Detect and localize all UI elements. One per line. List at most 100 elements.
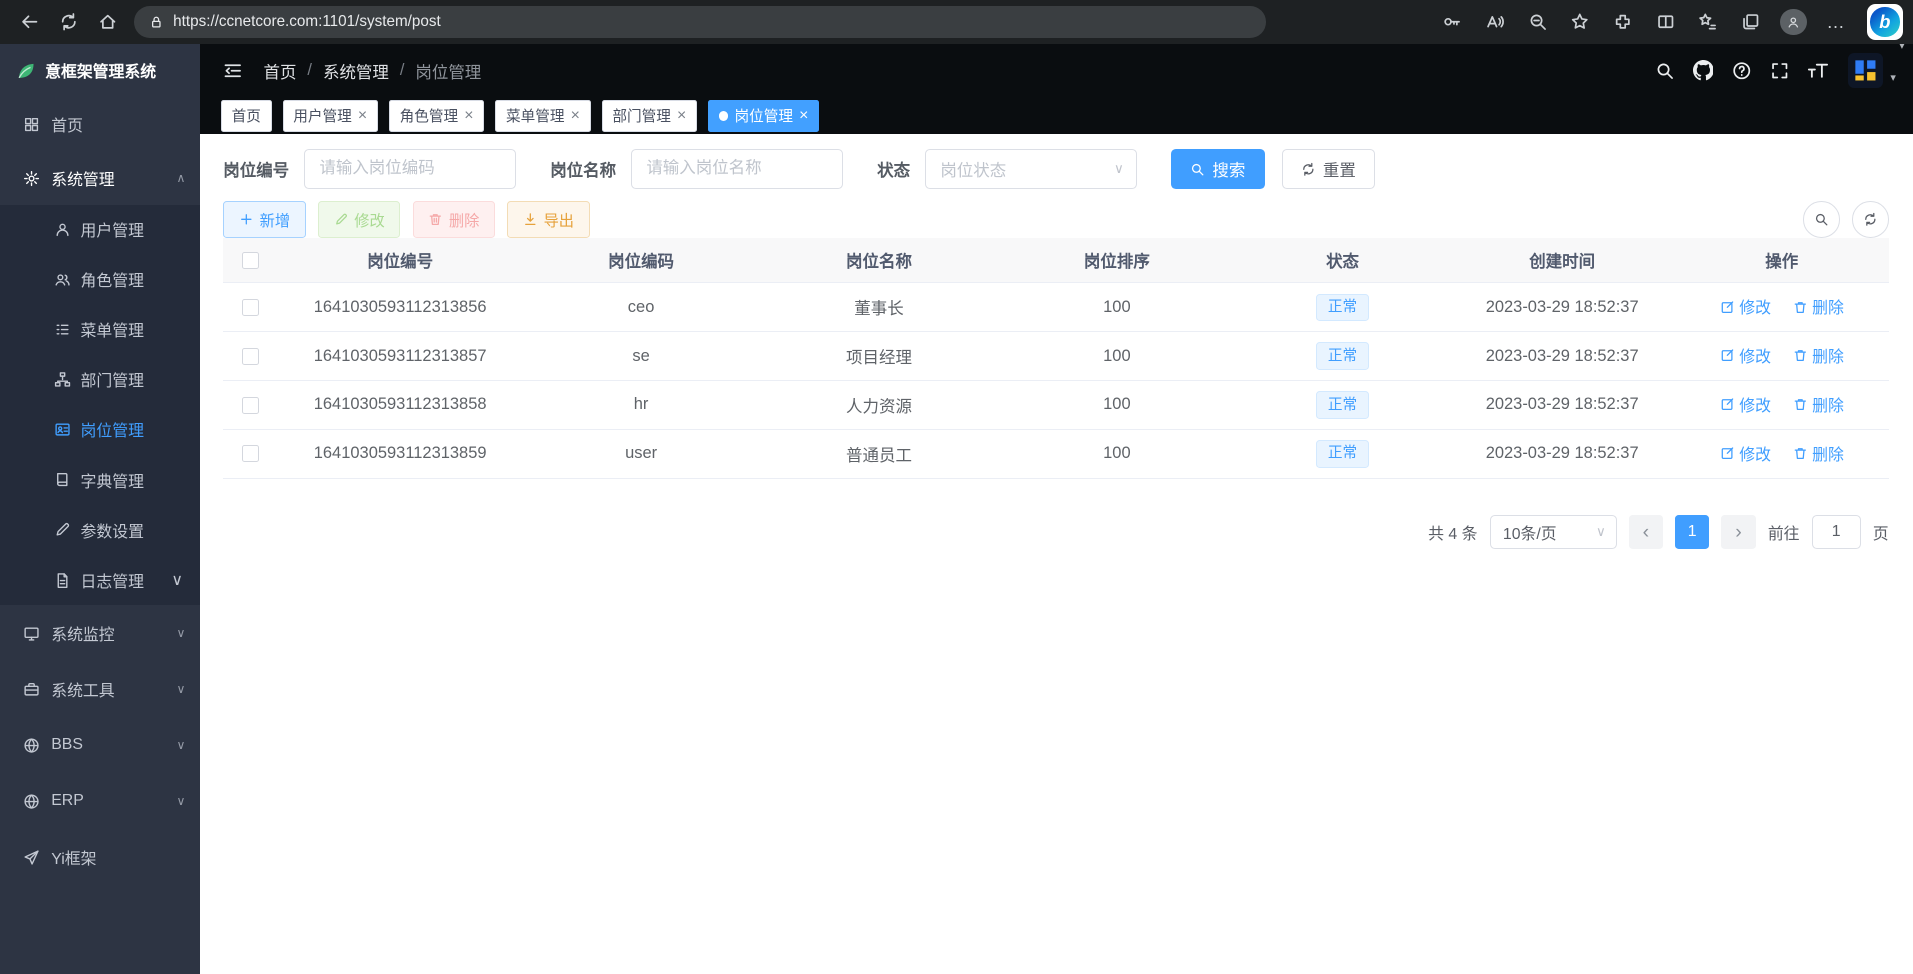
- browser-home-button[interactable]: [88, 5, 127, 39]
- screen: https://ccnetcore.com:1101/system/post: [0, 0, 1913, 974]
- tab-depts[interactable]: 部门管理 ×: [602, 100, 697, 132]
- sidebar-item-dict-mgmt[interactable]: 字典管理: [0, 455, 200, 505]
- sidebar-item-system-mgmt[interactable]: 系统管理 ∧: [0, 151, 200, 205]
- row-checkbox[interactable]: [242, 445, 259, 462]
- cell-created: 2023-03-29 18:52:37: [1449, 332, 1675, 381]
- cell-post-id: 1641030593112313856: [278, 283, 522, 332]
- next-page-button[interactable]: ›: [1721, 515, 1755, 549]
- read-aloud-button[interactable]: [1478, 6, 1512, 38]
- tab-menus[interactable]: 菜单管理 ×: [495, 100, 590, 132]
- address-bar[interactable]: https://ccnetcore.com:1101/system/post: [134, 6, 1266, 38]
- goto-page-input[interactable]: [1812, 515, 1861, 549]
- zoom-out-icon: [1528, 12, 1548, 32]
- cell-created: 2023-03-29 18:52:37: [1449, 429, 1675, 478]
- add-button[interactable]: 新增: [223, 201, 305, 238]
- reset-button[interactable]: 重置: [1282, 149, 1375, 189]
- tab-close-icon[interactable]: ×: [571, 108, 580, 124]
- back-button[interactable]: [10, 5, 49, 39]
- search-button[interactable]: 搜索: [1171, 149, 1264, 189]
- breadcrumb-separator: /: [400, 61, 405, 80]
- row-delete-link[interactable]: 删除: [1793, 295, 1844, 318]
- refresh-table-button[interactable]: [1852, 201, 1889, 238]
- page-size-select[interactable]: 10条/页 ∨: [1490, 515, 1617, 549]
- row-checkbox[interactable]: [242, 397, 259, 414]
- sidebar-item-home[interactable]: 首页: [0, 98, 200, 152]
- sidebar-item-label: 参数设置: [81, 519, 144, 542]
- export-button[interactable]: 导出: [507, 201, 589, 238]
- sidebar-item-erp[interactable]: ERP ∨: [0, 773, 200, 829]
- post-name-input[interactable]: [631, 149, 843, 189]
- show-search-toggle-button[interactable]: [1803, 201, 1840, 238]
- row-checkbox[interactable]: [242, 348, 259, 365]
- tab-close-icon[interactable]: ×: [677, 108, 686, 124]
- extensions-button[interactable]: [1606, 6, 1640, 38]
- row-edit-link[interactable]: 修改: [1720, 295, 1771, 318]
- sidebar-item-param-settings[interactable]: 参数设置: [0, 505, 200, 555]
- sidebar-item-bbs[interactable]: BBS ∨: [0, 717, 200, 773]
- tab-close-icon[interactable]: ×: [464, 108, 473, 124]
- zoom-button[interactable]: [1520, 6, 1554, 38]
- split-screen-button[interactable]: [1648, 6, 1682, 38]
- sidebar-item-user-mgmt[interactable]: 用户管理: [0, 205, 200, 255]
- sidebar-toggle-button[interactable]: [217, 55, 249, 87]
- sidebar-item-yi-framework[interactable]: Yi框架: [0, 829, 200, 885]
- tab-label: 部门管理: [612, 105, 671, 126]
- user-menu-caret-icon[interactable]: ▾: [1890, 71, 1896, 84]
- bing-sidebar-button[interactable]: b ▾: [1867, 4, 1904, 41]
- row-delete-link[interactable]: 删除: [1793, 393, 1844, 416]
- chevron-down-icon: ∨: [177, 738, 186, 752]
- tab-close-icon[interactable]: ×: [358, 108, 367, 124]
- sidebar-item-system-monitor[interactable]: 系统监控 ∨: [0, 605, 200, 661]
- sidebar-item-post-mgmt[interactable]: 岗位管理: [0, 405, 200, 455]
- tab-users[interactable]: 用户管理 ×: [283, 100, 378, 132]
- app-window: 意框架管理系统 首页 系统管理 ∧ 用户管理 角色管理: [0, 44, 1913, 974]
- breadcrumb-section[interactable]: 系统管理: [323, 59, 389, 83]
- sidebar-item-system-tools[interactable]: 系统工具 ∨: [0, 661, 200, 717]
- browser-menu-button[interactable]: …: [1819, 6, 1853, 38]
- user-avatar[interactable]: [1848, 53, 1883, 88]
- sidebar-item-dept-mgmt[interactable]: 部门管理: [0, 355, 200, 405]
- favorite-button[interactable]: [1563, 6, 1597, 38]
- post-code-input[interactable]: [304, 149, 516, 189]
- status-select[interactable]: 岗位状态 ∨: [925, 149, 1137, 189]
- tab-home[interactable]: 首页: [221, 100, 272, 132]
- row-delete-link[interactable]: 删除: [1793, 442, 1844, 465]
- row-delete-link[interactable]: 删除: [1793, 344, 1844, 367]
- row-edit-link[interactable]: 修改: [1720, 344, 1771, 367]
- tab-close-icon[interactable]: ×: [799, 108, 808, 124]
- favorites-bar-button[interactable]: [1691, 6, 1725, 38]
- sidebar-item-role-mgmt[interactable]: 角色管理: [0, 255, 200, 305]
- font-size-button[interactable]: [1807, 61, 1829, 81]
- search-button-label: 搜索: [1212, 157, 1245, 181]
- page-number-button[interactable]: 1: [1675, 515, 1709, 549]
- row-edit-link[interactable]: 修改: [1720, 393, 1771, 416]
- cell-post-sort: 100: [998, 283, 1236, 332]
- delete-button[interactable]: 删除: [413, 201, 495, 238]
- sidebar-item-label: 部门管理: [81, 368, 144, 391]
- row-edit-link[interactable]: 修改: [1720, 442, 1771, 465]
- book-icon: [54, 471, 71, 488]
- browser-profile-button[interactable]: [1776, 6, 1810, 38]
- header-search-button[interactable]: [1655, 61, 1675, 81]
- chevron-down-icon: ∨: [177, 794, 186, 808]
- column-header-post-code: 岗位编码: [522, 238, 760, 283]
- refresh-button[interactable]: [49, 5, 88, 39]
- tab-posts[interactable]: 岗位管理 ×: [708, 100, 819, 132]
- help-button[interactable]: [1732, 61, 1752, 81]
- select-all-checkbox[interactable]: [242, 252, 259, 269]
- edit-button[interactable]: 修改: [318, 201, 400, 238]
- password-button[interactable]: [1435, 6, 1469, 38]
- column-header-actions: 操作: [1675, 238, 1889, 283]
- tab-roles[interactable]: 角色管理 ×: [389, 100, 484, 132]
- breadcrumb-home[interactable]: 首页: [264, 59, 297, 83]
- sidebar-item-log-mgmt[interactable]: 日志管理 ∨: [0, 555, 200, 605]
- sidebar-item-menu-mgmt[interactable]: 菜单管理: [0, 305, 200, 355]
- tab-label: 角色管理: [400, 105, 459, 126]
- row-checkbox[interactable]: [242, 299, 259, 316]
- collections-icon: [1741, 12, 1761, 32]
- prev-page-button[interactable]: ‹: [1629, 515, 1663, 549]
- cell-post-sort: 100: [998, 332, 1236, 381]
- github-button[interactable]: [1693, 60, 1714, 81]
- collections-button[interactable]: [1734, 6, 1768, 38]
- fullscreen-button[interactable]: [1770, 61, 1790, 81]
